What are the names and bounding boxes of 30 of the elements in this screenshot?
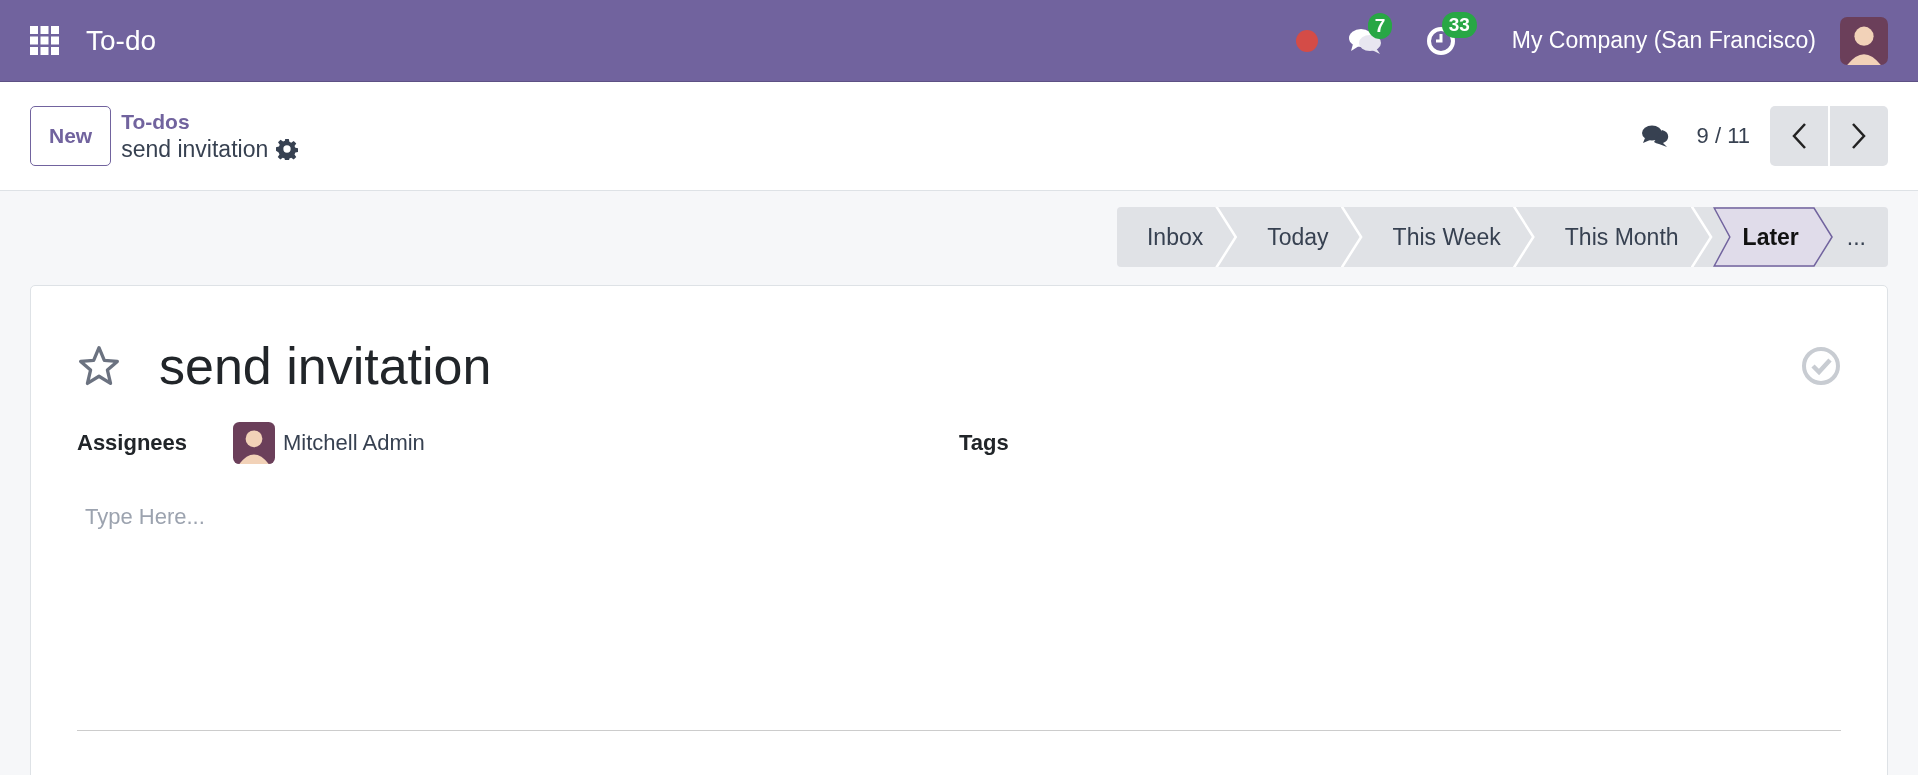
company-name[interactable]: My Company (San Francisco) [1511, 27, 1816, 54]
record-name: send invitation [121, 135, 269, 163]
activity-count-badge: 33 [1441, 11, 1477, 38]
avatar-icon [1840, 16, 1888, 65]
chevron-left-icon [1791, 122, 1807, 150]
message-count-badge: 7 [1367, 12, 1393, 39]
check-circle-icon[interactable] [1801, 346, 1841, 386]
stage-button[interactable]: Inbox [1116, 207, 1238, 267]
previous-button[interactable] [1770, 106, 1828, 166]
settings-icon[interactable] [276, 138, 299, 160]
chat-icon[interactable] [1640, 124, 1669, 148]
next-button[interactable] [1830, 106, 1888, 166]
field-label: Tags [959, 430, 1010, 456]
avatar-icon [233, 422, 275, 464]
stage-button[interactable]: This Week [1362, 207, 1535, 267]
chevron-right-icon [1851, 122, 1867, 150]
new-button[interactable]: New [30, 106, 112, 166]
field-label: Assignees [77, 430, 189, 456]
status-dot-icon[interactable] [1295, 29, 1318, 52]
more-stages-button[interactable]: ... [1832, 207, 1888, 267]
app-grid-icon[interactable] [30, 25, 60, 56]
assignee-name[interactable]: Mitchell Admin [283, 430, 425, 456]
stage-button[interactable]: This Month [1534, 207, 1713, 267]
stage-button[interactable]: Today [1237, 207, 1363, 267]
record-title[interactable]: send invitation [159, 336, 492, 396]
star-icon[interactable] [77, 344, 121, 388]
app-name[interactable]: To-do [86, 24, 157, 57]
pager-counter: 9 / 11 [1696, 123, 1750, 149]
breadcrumb-link[interactable]: To-dos [121, 109, 299, 134]
stage-button[interactable]: Later [1712, 207, 1833, 267]
